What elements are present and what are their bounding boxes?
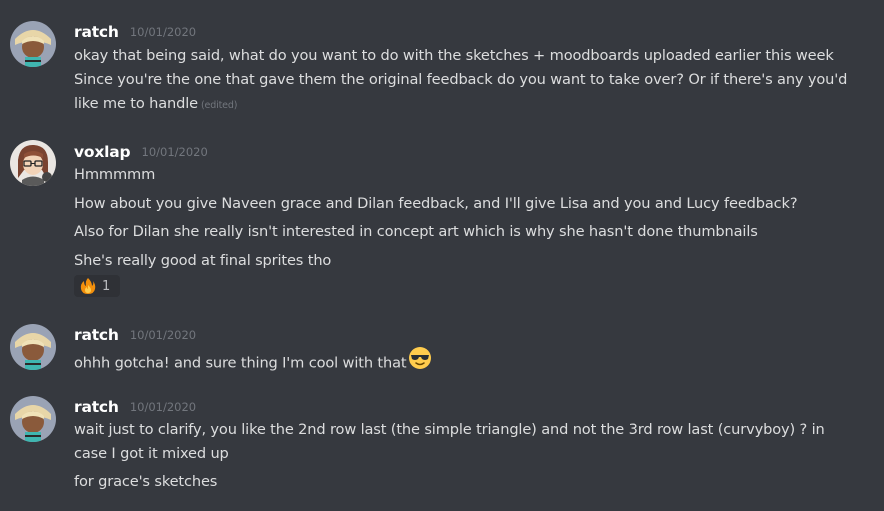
username[interactable]: voxlap (74, 143, 131, 161)
message-text: She's really good at final sprites tho (74, 252, 332, 269)
message-text: Since you're the one that gave them the … (74, 71, 848, 88)
reaction-count: 1 (102, 278, 111, 294)
username[interactable]: ratch (74, 23, 119, 41)
avatar[interactable] (10, 396, 56, 442)
username[interactable]: ratch (74, 398, 119, 416)
fire-icon (80, 277, 96, 295)
sunglasses-icon (408, 346, 432, 377)
avatar[interactable] (10, 21, 56, 67)
username[interactable]: ratch (74, 326, 119, 344)
message-text: How about you give Naveen grace and Dila… (74, 195, 798, 212)
timestamp: 10/01/2020 (129, 328, 197, 342)
message-text: for grace's sketches (74, 473, 218, 490)
message-text-span: like me to handle (74, 95, 198, 112)
edited-label: (edited) (200, 100, 238, 111)
reaction-button[interactable]: 1 (74, 275, 120, 297)
message-text-span: ohhh gotcha! and sure thing I'm cool wit… (74, 354, 407, 372)
message-text: like me to handle (edited) (74, 93, 237, 117)
message-header: voxlap 10/01/2020 (74, 142, 208, 162)
avatar[interactable] (10, 324, 56, 370)
avatar[interactable] (10, 140, 56, 186)
message-text: Hmmmmm (74, 166, 156, 183)
message-text: case I got it mixed up (74, 445, 229, 462)
message-header: ratch 10/01/2020 (74, 22, 196, 42)
message-text: okay that being said, what do you want t… (74, 47, 834, 64)
chat-message-list: ratch 10/01/2020 okay that being said, w… (0, 0, 884, 511)
timestamp: 10/01/2020 (141, 145, 208, 159)
message-text: ohhh gotcha! and sure thing I'm cool wit… (74, 346, 432, 379)
message-text: Also for Dilan she really isn't interest… (74, 223, 758, 240)
message-text: wait just to clarify, you like the 2nd r… (74, 421, 825, 438)
message-header: ratch 10/01/2020 (74, 397, 196, 417)
timestamp: 10/01/2020 (129, 400, 197, 414)
timestamp: 10/01/2020 (129, 25, 197, 39)
message-header: ratch 10/01/2020 (74, 325, 196, 345)
